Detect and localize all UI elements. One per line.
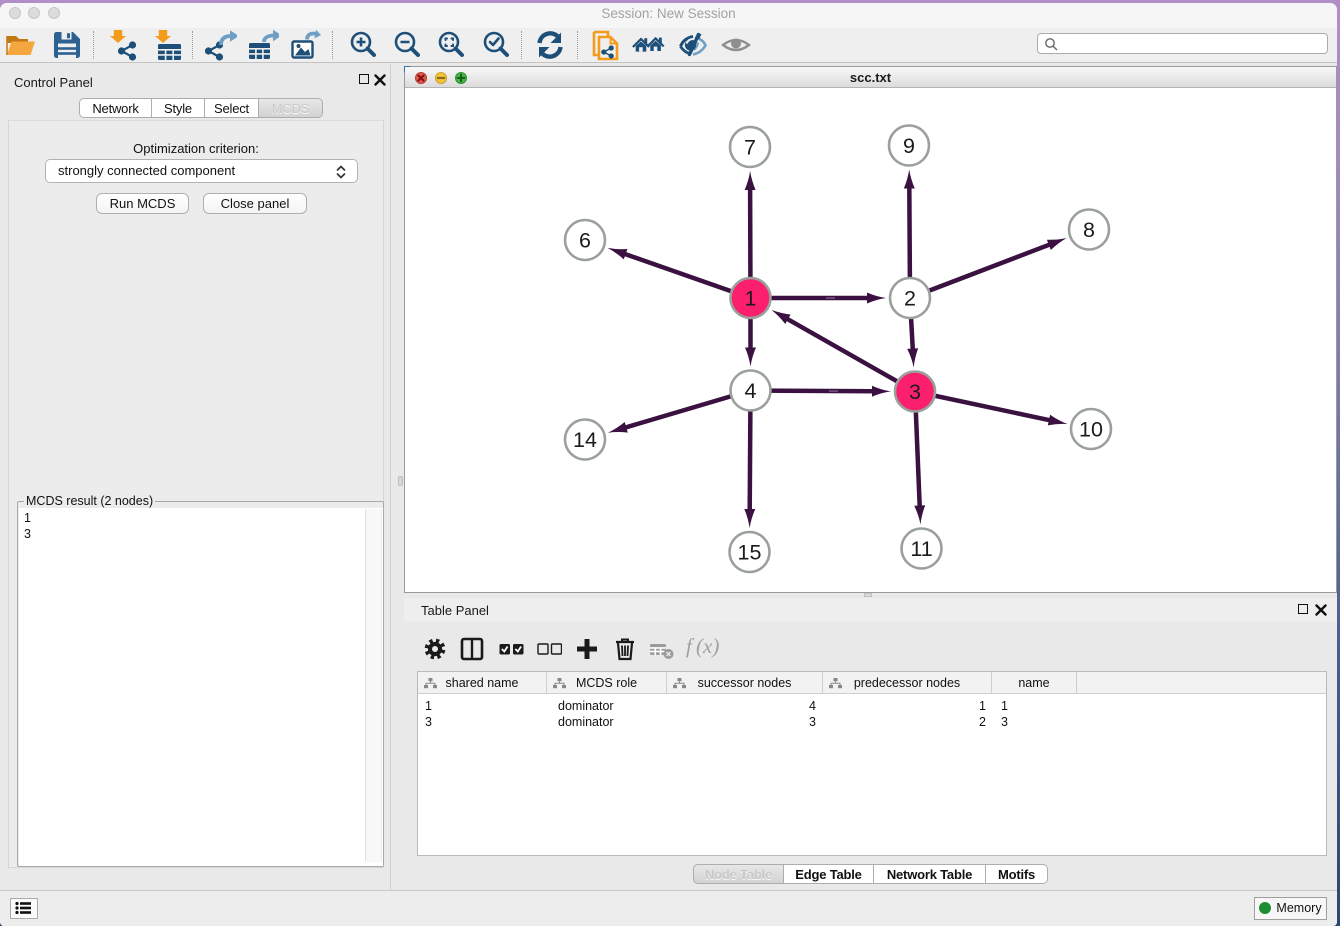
svg-text:11: 11	[910, 537, 932, 561]
svg-text:4: 4	[745, 379, 757, 403]
svg-text:7: 7	[744, 136, 756, 160]
svg-text:6: 6	[579, 229, 591, 253]
svg-text:15: 15	[738, 541, 762, 565]
svg-text:9: 9	[903, 134, 915, 158]
svg-text:3: 3	[909, 380, 921, 404]
svg-text:8: 8	[1083, 218, 1095, 242]
svg-text:1: 1	[745, 287, 757, 311]
svg-text:2: 2	[904, 287, 916, 311]
svg-text:14: 14	[573, 428, 597, 452]
svg-text:10: 10	[1079, 418, 1103, 442]
